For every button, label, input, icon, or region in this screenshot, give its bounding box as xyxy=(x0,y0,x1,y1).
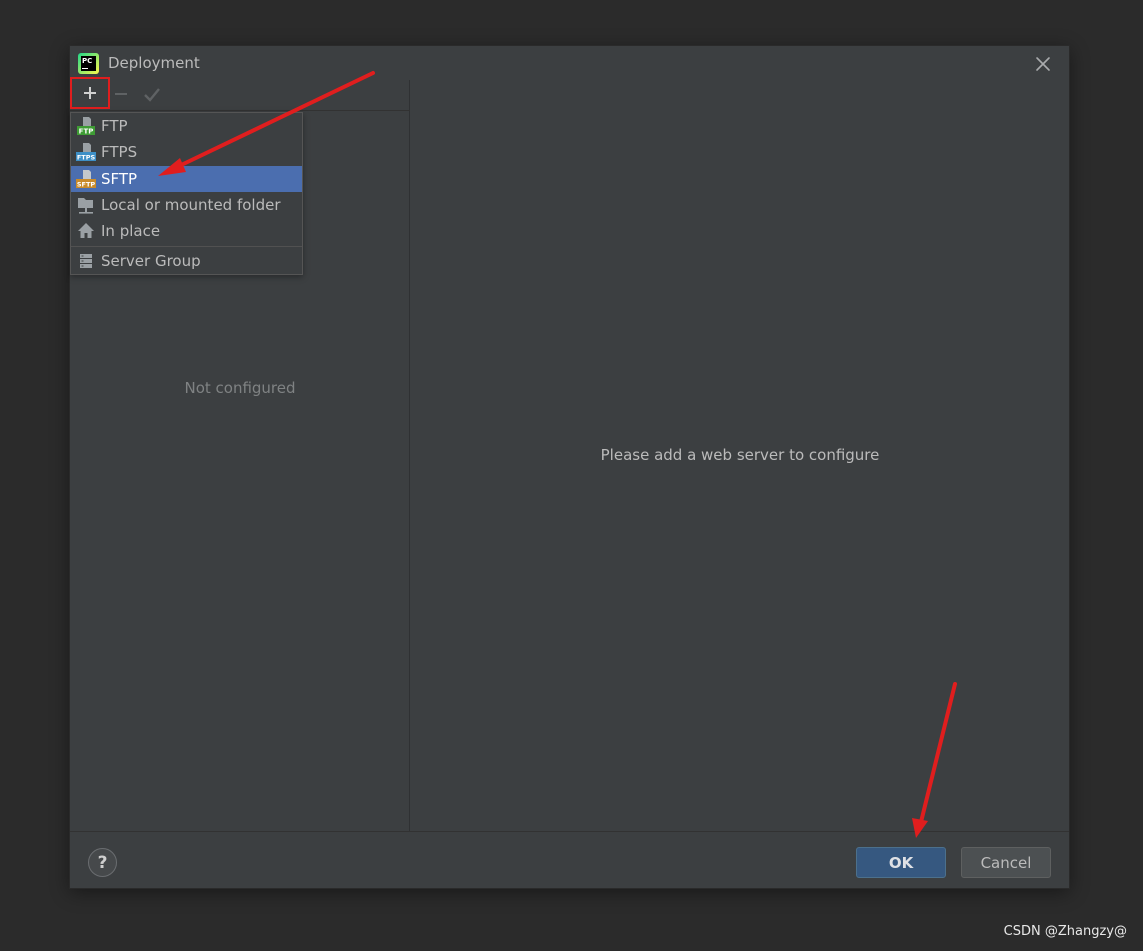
menu-item-label: In place xyxy=(101,222,161,240)
menu-item-server-group[interactable]: Server Group xyxy=(71,248,302,274)
close-icon xyxy=(1036,57,1050,71)
watermark: CSDN @Zhangzy@ xyxy=(1003,924,1127,939)
menu-item-in-place[interactable]: In place xyxy=(71,218,302,244)
menu-item-label: Local or mounted folder xyxy=(101,196,281,214)
minus-icon xyxy=(115,93,127,95)
menu-item-local-folder[interactable]: Local or mounted folder xyxy=(71,192,302,218)
svg-text:FTPS: FTPS xyxy=(77,154,96,162)
svg-text:FTP: FTP xyxy=(79,128,94,136)
menu-item-label: Server Group xyxy=(101,252,201,270)
apply-default-button[interactable] xyxy=(138,80,166,108)
plus-icon xyxy=(84,87,96,99)
check-icon xyxy=(144,88,160,102)
menu-item-label: SFTP xyxy=(101,170,138,188)
add-server-button[interactable] xyxy=(70,77,110,109)
svg-text:SFTP: SFTP xyxy=(77,181,96,189)
add-server-menu: FTP FTP FTPS FTPS SFTP SFTP Local or mou… xyxy=(70,112,303,275)
not-configured-label: Not configured xyxy=(184,379,296,397)
pycharm-logo-icon: PC xyxy=(78,53,99,74)
ftp-icon: FTP xyxy=(76,116,96,136)
menu-item-label: FTP xyxy=(101,117,128,135)
server-group-icon xyxy=(76,251,96,271)
sftp-icon: SFTP xyxy=(76,169,96,189)
server-config-pane: Please add a web server to configure xyxy=(411,80,1069,831)
app-logo-text: PC xyxy=(82,57,93,65)
cancel-button[interactable]: Cancel xyxy=(961,847,1051,878)
folder-icon xyxy=(76,195,96,215)
close-button[interactable] xyxy=(1031,52,1055,76)
ok-button[interactable]: OK xyxy=(856,847,946,878)
dialog-footer: ? OK Cancel xyxy=(70,831,1069,888)
home-icon xyxy=(76,221,96,241)
help-icon: ? xyxy=(97,852,108,873)
menu-item-label: FTPS xyxy=(101,143,138,161)
help-button[interactable]: ? xyxy=(88,848,117,877)
remove-server-button[interactable] xyxy=(107,80,135,108)
menu-item-ftps[interactable]: FTPS FTPS xyxy=(71,139,302,165)
dialog-titlebar: PC Deployment xyxy=(70,46,1069,80)
dialog-title: Deployment xyxy=(108,54,200,72)
menu-item-ftp[interactable]: FTP FTP xyxy=(71,113,302,139)
deployment-dialog: PC Deployment Not configured FTP FTP FTP… xyxy=(70,46,1069,888)
empty-config-message: Please add a web server to configure xyxy=(600,446,880,464)
menu-separator xyxy=(71,246,302,247)
servers-toolbar xyxy=(70,77,410,111)
menu-item-sftp[interactable]: SFTP SFTP xyxy=(71,166,302,192)
ftps-icon: FTPS xyxy=(76,142,96,162)
